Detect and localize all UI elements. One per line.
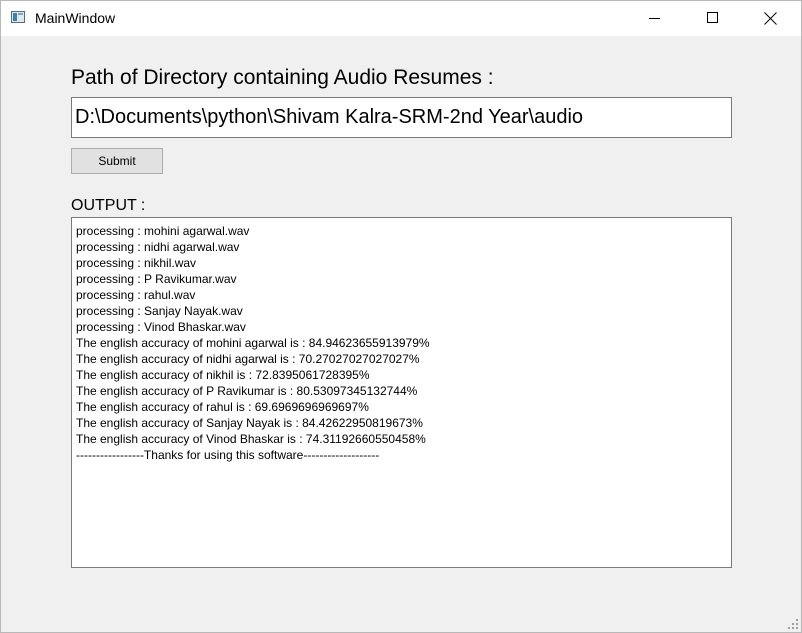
minimize-button[interactable] [627,1,685,36]
output-line: The english accuracy of Sanjay Nayak is … [76,416,423,430]
output-line: processing : Sanjay Nayak.wav [76,304,243,318]
output-line: -----------------Thanks for using this s… [76,448,380,462]
output-line: The english accuracy of mohini agarwal i… [76,336,430,350]
output-label: OUTPUT : [71,197,146,214]
app-window-icon [11,11,25,23]
output-line: processing : nidhi agarwal.wav [76,240,240,254]
close-button[interactable] [743,1,801,36]
submit-button[interactable]: Submit [71,148,163,174]
resize-grip-icon[interactable] [788,619,798,629]
maximize-button[interactable] [685,1,743,36]
minimize-icon [649,18,660,19]
output-line: The english accuracy of P Ravikumar is :… [76,384,418,398]
maximize-icon [707,12,718,23]
close-icon [764,11,778,25]
output-line: The english accuracy of nidhi agarwal is… [76,352,420,366]
title-bar[interactable]: MainWindow [1,1,801,36]
output-line: processing : P Ravikumar.wav [76,272,237,286]
output-text-area[interactable]: processing : mohini agarwal.wav processin… [71,217,732,568]
output-line: processing : Vinod Bhaskar.wav [76,320,246,334]
window-title: MainWindow [35,10,116,26]
output-line: processing : mohini agarwal.wav [76,224,250,238]
directory-path-input[interactable] [71,97,732,138]
main-window: MainWindow Path of Directory containing … [0,0,802,633]
output-line: The english accuracy of Vinod Bhaskar is… [76,432,426,446]
output-line: processing : nikhil.wav [76,256,197,270]
output-line: The english accuracy of rahul is : 69.69… [76,400,369,414]
output-line: The english accuracy of nikhil is : 72.8… [76,368,370,382]
path-label: Path of Directory containing Audio Resum… [71,66,494,89]
output-line: processing : rahul.wav [76,288,196,302]
